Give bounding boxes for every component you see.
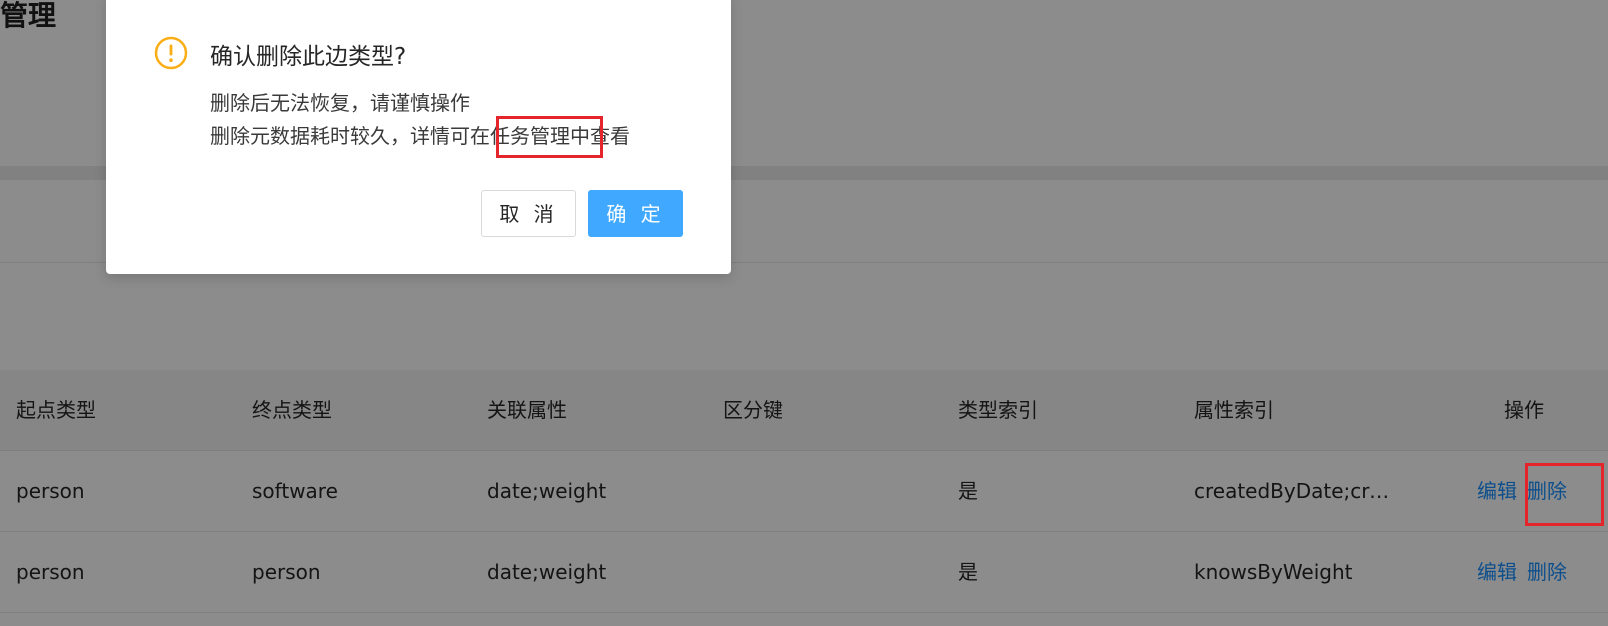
dialog-warning-text: 删除后无法恢复，请谨慎操作 (210, 91, 470, 115)
cancel-button[interactable]: 取 消 (481, 190, 576, 237)
dialog-title: 确认删除此边类型? (210, 44, 407, 70)
warning-circle-icon (154, 36, 188, 70)
dialog-info-text: 删除元数据耗时较久，详情可在任务管理中查看 (210, 124, 630, 148)
confirm-button[interactable]: 确 定 (588, 190, 683, 237)
page: 据管理 起点类型 终点类型 关联属性 区分键 类型索引 属性索引 操作 pers… (0, 0, 1608, 626)
confirm-delete-dialog: 确认删除此边类型? 删除后无法恢复，请谨慎操作 删除元数据耗时较久，详情可在任务… (106, 0, 731, 274)
